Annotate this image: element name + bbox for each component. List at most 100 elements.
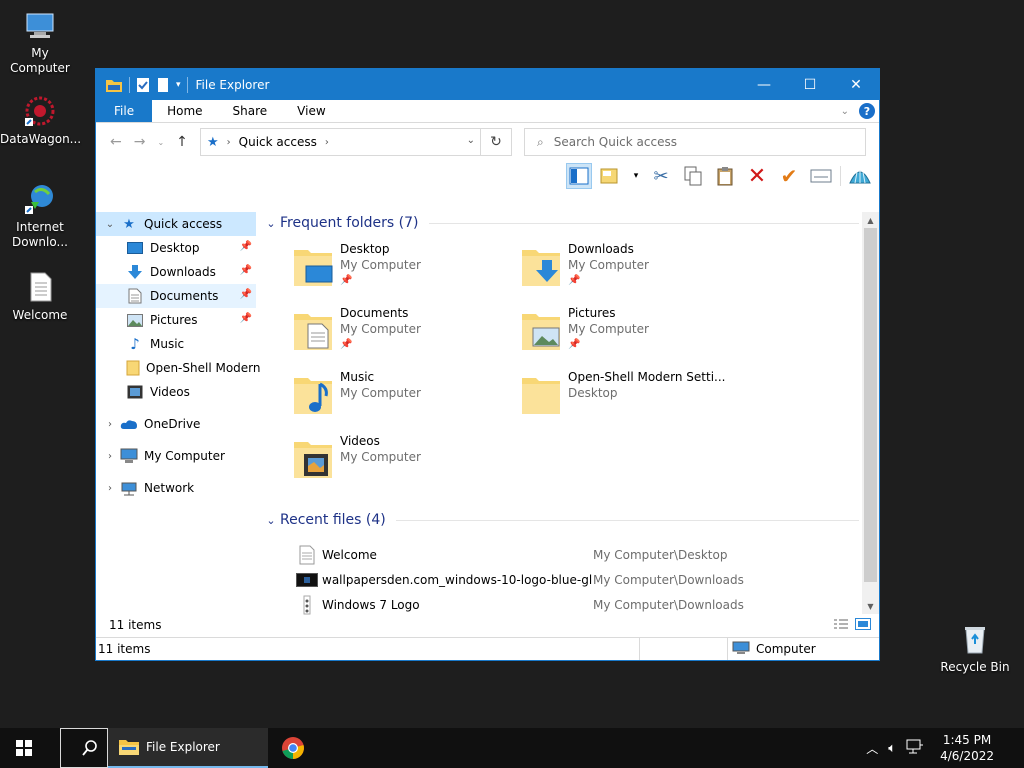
volume-icon[interactable]: 🔈︎ (888, 741, 896, 756)
nav-downloads[interactable]: Downloads 📌 (96, 260, 256, 284)
recent-locations-icon[interactable]: ⌄ (157, 138, 164, 147)
documents-folder-icon (294, 314, 332, 350)
navigation-pane-button[interactable] (566, 163, 592, 189)
search-box[interactable]: ⌕ Search Quick access (524, 128, 866, 156)
close-button[interactable]: ✕ (833, 69, 879, 100)
nav-label: Pictures (150, 313, 198, 327)
nav-my-computer[interactable]: › My Computer (96, 444, 256, 468)
address-dropdown-icon[interactable]: ⌄ (467, 135, 475, 146)
shell-icon[interactable] (847, 163, 873, 189)
cut-icon[interactable]: ✂ (648, 163, 674, 189)
network-status-icon[interactable] (906, 739, 924, 758)
paste-icon[interactable] (712, 163, 738, 189)
list-item[interactable]: wallpapersden.com_windows-10-logo-blue-g… (294, 567, 879, 592)
frequent-folders-header[interactable]: ⌄ Frequent folders (7) (262, 211, 879, 235)
address-bar[interactable]: ★ › Quick access › ⌄ ↻ (200, 128, 512, 156)
search-placeholder: Search Quick access (553, 135, 677, 149)
section-divider (395, 519, 859, 521)
nav-open-shell[interactable]: Open-Shell Modern (96, 356, 261, 380)
desktop-icon-label: DataWagon... (0, 132, 82, 146)
desktop-icon-my-computer[interactable]: My Computer (0, 8, 80, 76)
properties-icon[interactable] (136, 77, 150, 93)
new-folder-icon[interactable] (156, 77, 170, 93)
breadcrumb-quick-access[interactable]: Quick access (239, 135, 317, 149)
nav-label: Videos (150, 385, 190, 399)
folder-icon (119, 740, 139, 755)
collapse-chevron-icon[interactable]: ⌄ (262, 514, 280, 527)
clock[interactable]: 1:45 PM 4/6/2022 (940, 732, 994, 764)
nav-pictures[interactable]: Pictures 📌 (96, 308, 256, 332)
breadcrumb-separator-icon[interactable]: › (325, 137, 329, 148)
folder-name: Videos (340, 434, 380, 448)
scroll-down-icon[interactable]: ▼ (862, 598, 879, 614)
large-icons-view-icon[interactable] (855, 618, 871, 633)
copy-icon[interactable] (680, 163, 706, 189)
expand-chevron-icon[interactable]: ⌄ (100, 219, 120, 230)
desktop-icon-datawagon[interactable]: DataWagon... (0, 94, 82, 147)
show-hidden-icons-icon[interactable]: ︿ (866, 740, 878, 757)
desktop-icon-internet-download[interactable]: Internet Downlo... (0, 182, 80, 250)
folder-location: Desktop (568, 386, 618, 400)
email-icon[interactable] (808, 163, 834, 189)
maximize-button[interactable]: ☐ (787, 69, 833, 100)
expand-chevron-icon[interactable]: › (100, 419, 120, 430)
view-dropdown-button[interactable]: ▾ (630, 163, 642, 189)
nav-music[interactable]: ♪ Music (96, 332, 256, 356)
folder-tile-desktop[interactable]: Desktop My Computer 📌 (292, 241, 520, 305)
network-icon (120, 480, 138, 496)
title-bar[interactable]: ▾ File Explorer — ☐ ✕ (96, 69, 879, 100)
file-path: My Computer\Desktop (593, 547, 728, 562)
refresh-button[interactable]: ↻ (480, 129, 511, 155)
taskbar-file-explorer[interactable]: File Explorer (108, 728, 268, 768)
folder-name: Pictures (568, 306, 616, 320)
text-file-icon (30, 272, 52, 302)
back-button[interactable]: ← (110, 134, 122, 150)
properties-check-icon[interactable]: ✔ (776, 163, 802, 189)
view-button[interactable] (598, 163, 624, 189)
folder-tile-documents[interactable]: Documents My Computer 📌 (292, 305, 520, 369)
expand-chevron-icon[interactable]: › (100, 451, 120, 462)
customize-toolbar-icon[interactable]: ▾ (176, 80, 181, 90)
folder-tile-pictures[interactable]: Pictures My Computer 📌 (520, 305, 748, 369)
details-view-icon[interactable] (833, 618, 849, 633)
taskbar-search-button[interactable] (60, 728, 108, 768)
nav-onedrive[interactable]: › OneDrive (96, 412, 256, 436)
forward-button[interactable]: → (134, 134, 146, 150)
minimize-button[interactable]: — (741, 69, 787, 100)
vertical-scrollbar[interactable]: ▲ ▼ (862, 212, 879, 614)
folder-tile-music[interactable]: Music My Computer (292, 369, 520, 433)
nav-quick-access[interactable]: ⌄ ★ Quick access (96, 212, 256, 236)
up-button[interactable]: ↑ (176, 134, 188, 150)
desktop-icon-welcome[interactable]: Welcome (0, 270, 80, 323)
tab-home[interactable]: Home (152, 100, 217, 122)
tab-view[interactable]: View (282, 100, 340, 122)
recent-files-list: Welcome My Computer\Desktop wallpapersde… (294, 542, 879, 617)
pin-icon: 📌 (568, 275, 581, 286)
help-icon[interactable]: ? (859, 103, 875, 119)
nav-videos[interactable]: Videos (96, 380, 256, 404)
pin-icon: 📌 (239, 265, 252, 276)
recent-files-header[interactable]: ⌄ Recent files (4) (262, 508, 879, 532)
tab-share[interactable]: Share (218, 100, 283, 122)
expand-chevron-icon[interactable]: › (100, 483, 120, 494)
scroll-up-icon[interactable]: ▲ (862, 212, 879, 228)
nav-network[interactable]: › Network (96, 476, 256, 500)
navigation-pane: ⌄ ★ Quick access Desktop 📌 Downloads 📌 D… (96, 212, 261, 614)
taskbar-chrome[interactable] (268, 728, 318, 768)
nav-documents[interactable]: Documents 📌 (96, 284, 256, 308)
folder-tile-open-shell[interactable]: Open-Shell Modern Setti... Desktop (520, 369, 748, 433)
expand-ribbon-icon[interactable]: ⌄ (841, 106, 849, 117)
collapse-chevron-icon[interactable]: ⌄ (262, 217, 280, 230)
scrollbar-thumb[interactable] (864, 228, 877, 582)
desktop-icon-recycle-bin[interactable]: Recycle Bin (935, 622, 1015, 675)
list-item[interactable]: Welcome My Computer\Desktop (294, 542, 879, 567)
recycle-bin-icon (965, 627, 985, 654)
globe-download-icon (25, 185, 53, 214)
folder-location: My Computer (340, 258, 421, 272)
nav-desktop[interactable]: Desktop 📌 (96, 236, 256, 260)
tab-file[interactable]: File (96, 100, 153, 122)
start-button[interactable] (0, 728, 48, 768)
delete-icon[interactable]: ✕ (744, 163, 770, 189)
folder-tile-videos[interactable]: Videos My Computer (292, 433, 520, 497)
folder-tile-downloads[interactable]: Downloads My Computer 📌 (520, 241, 748, 305)
